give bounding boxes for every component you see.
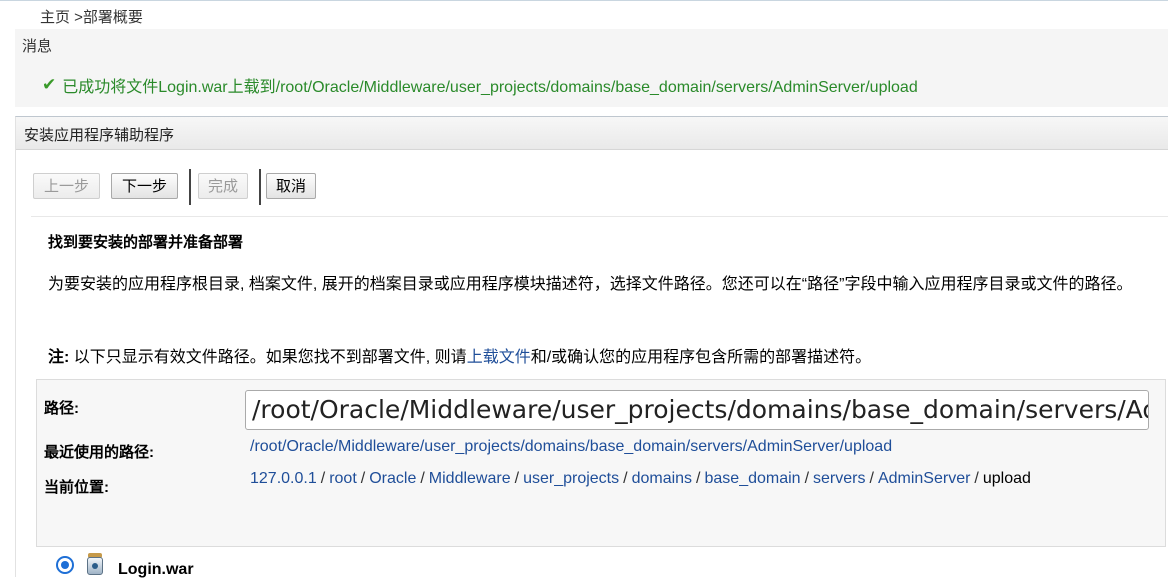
location-segment[interactable]: base_domain xyxy=(705,470,801,487)
file-row[interactable]: Login.war xyxy=(36,547,1166,587)
content-area: 找到要安装的部署并准备部署 为要安装的应用程序根目录, 档案文件, 展开的档案目… xyxy=(31,216,1168,587)
location-segment[interactable]: AdminServer xyxy=(878,470,970,487)
location-separator: / xyxy=(804,470,810,487)
current-location-label: 当前位置: xyxy=(44,479,109,496)
location-current: upload xyxy=(982,470,1031,487)
upload-files-link[interactable]: 上载文件 xyxy=(467,349,531,366)
path-label: 路径: xyxy=(44,400,79,417)
note-text: 注: 以下只显示有效文件路径。如果您找不到部署文件, 则请上载文件和/或确认您的… xyxy=(48,343,871,367)
messages-box: 消息 ✔ 已成功将文件Login.war上载到/root/Oracle/Midd… xyxy=(15,29,1168,107)
location-separator: / xyxy=(869,470,874,487)
location-separator: / xyxy=(696,470,701,487)
breadcrumb-text[interactable]: 主页 >部署概要 xyxy=(40,6,143,27)
path-form: 路径: /root/Oracle/Middleware/user_project… xyxy=(36,379,1166,547)
breadcrumb: 主页 >部署概要 xyxy=(0,0,1168,29)
cancel-button[interactable]: 取消 xyxy=(266,173,316,199)
finish-button[interactable]: 完成 xyxy=(198,173,248,199)
button-separator xyxy=(259,169,261,205)
location-separator: / xyxy=(974,470,979,487)
location-separator: / xyxy=(623,470,628,487)
panel-header: 安装应用程序辅助程序 xyxy=(16,117,1168,150)
note-text-before: 以下只显示有效文件路径。如果您找不到部署文件, 则请 xyxy=(69,349,467,366)
description-text: 为要安装的应用程序根目录, 档案文件, 展开的档案目录或应用程序模块描述符，选择… xyxy=(48,276,1133,293)
current-location-breadcrumb: 127.0.0.1/root / Oracle / Middleware / user_pr… xyxy=(250,470,1031,488)
location-separator: / xyxy=(514,470,520,487)
location-segment[interactable]: Middleware xyxy=(429,470,511,487)
install-assistant-panel: 安装应用程序辅助程序 上一步 下一步 完成 取消 找到要安装的部署并准备部署 为… xyxy=(15,116,1168,587)
location-segment[interactable]: Oracle xyxy=(369,470,416,487)
panel-title: 安装应用程序辅助程序 xyxy=(24,127,175,144)
location-segment[interactable]: root xyxy=(329,470,357,487)
note-label: 注: xyxy=(48,349,70,366)
next-button[interactable]: 下一步 xyxy=(111,173,178,199)
note-text-after: 和/或确认您的应用程序包含所需的部署描述符。 xyxy=(530,349,872,366)
location-segment[interactable]: domains xyxy=(632,470,692,487)
path-input[interactable]: /root/Oracle/Middleware/user_projects/do… xyxy=(245,390,1149,430)
checkmark-icon: ✔ xyxy=(42,75,57,94)
success-message-text: 已成功将文件Login.war上载到/root/Oracle/Middlewar… xyxy=(62,79,918,96)
recent-path-value[interactable]: /root/Oracle/Middleware/user_projects/do… xyxy=(250,438,892,455)
location-separator: / xyxy=(420,470,425,487)
recent-path-link[interactable]: /root/Oracle/Middleware/user_projects/do… xyxy=(250,438,892,456)
location-segment[interactable]: servers xyxy=(813,470,865,487)
location-segment[interactable]: 127.0.0.1 xyxy=(250,470,317,487)
radio-selected-icon[interactable] xyxy=(56,556,74,574)
section-heading: 找到要安装的部署并准备部署 xyxy=(48,234,244,251)
button-separator xyxy=(189,169,191,205)
jar-file-icon xyxy=(87,553,103,575)
success-message: ✔ 已成功将文件Login.war上载到/root/Oracle/Middlew… xyxy=(42,73,918,97)
file-name: Login.war xyxy=(118,561,194,578)
location-segment[interactable]: user_projects xyxy=(523,470,619,487)
recent-path-label: 最近使用的路径: xyxy=(44,444,154,461)
messages-title: 消息 xyxy=(22,38,53,55)
back-button[interactable]: 上一步 xyxy=(33,173,100,199)
location-separator: / xyxy=(320,470,326,487)
location-separator: / xyxy=(360,470,366,487)
